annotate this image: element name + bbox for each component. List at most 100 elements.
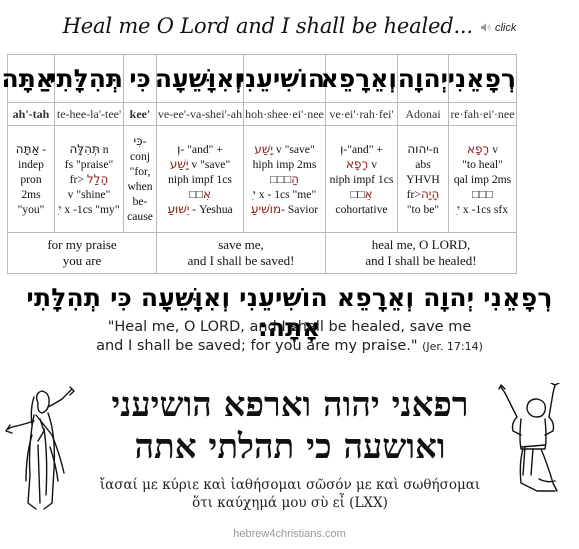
gloss-text: 2ms <box>21 187 41 201</box>
page-title: Heal me O Lord and I shall be healed... <box>62 14 473 38</box>
gloss-text: cohortative <box>335 202 388 216</box>
english-line-2: and I shall be saved; for you are my pra… <box>0 337 579 356</box>
hebrew-word-row: אַתָּה תְּהִלָּתִי כִּי וְאִוָּשֵׁעָה הו… <box>2 54 517 103</box>
grammar-gloss: וְ-"and" + רָפָא v niph impf 1cs □□אֵ cohort… <box>325 125 398 233</box>
word-gloss-table: אַתָּה תְּהִלָּתִי כִּי וְאִוָּשֵׁעָה הו… <box>2 54 517 274</box>
gloss-line: fr> הָלַל <box>55 172 123 187</box>
gloss-text: v <box>489 142 498 156</box>
gloss-line: "for, <box>124 164 156 179</box>
grammar-gloss: תְּהִלָּה n fs "praise" fr> הָלַל v "shine"… <box>54 125 124 233</box>
gloss-line: ִי x -1cs sfx <box>449 202 516 217</box>
translation-phrase: save me, and I shall be saved! <box>156 232 326 274</box>
gloss-text: □□ <box>188 187 203 201</box>
gloss-text: - <box>39 142 47 156</box>
gloss-text: abs <box>415 157 431 171</box>
hebrew-word: כִּי <box>123 54 157 103</box>
gloss-text: "to heal" <box>462 157 503 171</box>
gloss-hebrew-root: רָפָא <box>467 141 490 156</box>
gloss-text: fr> <box>406 187 421 201</box>
transliteration: ve-ee'-va-shei'-ah <box>156 102 244 126</box>
gloss-hebrew-root: הָלַל <box>86 171 109 186</box>
gloss-text: when <box>127 180 153 193</box>
grammar-gloss: כִּי- conj "for, when be-cause <box>123 125 157 233</box>
gloss-text: qal imp 2ms <box>453 172 512 186</box>
gloss-text: niph impf 1cs <box>168 172 232 186</box>
gloss-line: abs <box>398 157 448 172</box>
gloss-text: -n <box>428 142 439 156</box>
gloss-text: - Savior <box>281 202 319 216</box>
site-watermark: hebrew4christians.com <box>233 528 346 540</box>
gloss-text: niph impf 1cs <box>329 172 394 186</box>
english-translation: "Heal me, O LORD, and I shall be healed,… <box>0 318 579 356</box>
gloss-line: רָפָא v <box>326 157 397 172</box>
title-row: Heal me O Lord and I shall be healed... … <box>0 14 579 38</box>
speaker-icon <box>480 23 491 32</box>
gloss-text: fr> <box>69 172 87 186</box>
gloss-text: fs "praise" <box>64 157 114 171</box>
gloss-text: v "save" <box>188 157 231 171</box>
gloss-text: hiph imp 2ms <box>252 157 317 171</box>
gloss-line: pron <box>8 172 54 187</box>
gloss-hebrew-root: אִ <box>202 186 212 201</box>
gloss-line: fr>הָיָה <box>398 187 448 202</box>
transliteration: ve·ei'·rah·fei' <box>325 102 398 126</box>
gloss-line: רָפָא v <box>449 142 516 157</box>
gloss-line: □□אִ <box>157 187 243 202</box>
gloss-hebrew-root: אֵ <box>364 186 373 201</box>
gloss-line: □□□הַ <box>244 172 325 187</box>
audio-play-button[interactable]: click <box>480 22 517 34</box>
gloss-hebrew-root: מוֹשִׁיעַ <box>250 201 282 216</box>
gloss-line: qal imp 2ms <box>449 172 516 187</box>
greek-source: (LXX) <box>349 495 388 511</box>
gloss-hebrew: תְּהִלָּה <box>69 141 100 156</box>
gloss-line: fs "praise" <box>55 157 123 172</box>
hebrew-word: רְפָאֵנִי <box>448 54 517 103</box>
translation-line: heal me, O LORD, <box>371 237 471 252</box>
gloss-text: - <box>142 135 147 148</box>
transliteration: kee' <box>123 102 157 126</box>
audio-click-label: click <box>494 22 517 34</box>
english-line: and I shall be saved; for you are my pra… <box>96 338 418 354</box>
greek-line: ἴασαί με κύριε καὶ ἰαθήσομαι σῶσόν με κα… <box>99 477 481 493</box>
grammar-gloss: רָפָא v "to heal" qal imp 2ms □□□ִי x -1cs … <box>448 125 517 233</box>
gloss-text: - Yeshua <box>189 202 233 216</box>
gloss-text: "you" <box>17 202 45 216</box>
gloss-text: conj <box>130 150 150 163</box>
gloss-text: v <box>368 157 377 171</box>
gloss-text: cause <box>127 210 153 223</box>
gloss-text: ִי x - 1cs "me" <box>252 187 317 201</box>
gloss-line: וְ-"and" + <box>326 142 397 157</box>
gloss-line: אַתָּה - <box>8 142 54 157</box>
gloss-hebrew-root: יֵשׁוּעַ <box>167 201 190 216</box>
gloss-line: "to heal" <box>449 157 516 172</box>
hebrew-display-line: רפאני יהוה וארפא הושיעני <box>111 385 469 425</box>
gloss-line: יהוה-n <box>398 142 448 157</box>
gloss-line: v "shine" <box>55 187 123 202</box>
translation-line: save me, <box>218 237 264 252</box>
translation-phrase: for my praise you are <box>7 232 157 274</box>
gloss-line: 2ms <box>8 187 54 202</box>
hebrew-word: יְהוָה <box>397 54 449 103</box>
gloss-line: indep <box>8 157 54 172</box>
gloss-hebrew-root: הַ <box>291 171 299 186</box>
gloss-text: □□□ <box>270 172 292 186</box>
gloss-line: niph impf 1cs <box>326 172 397 187</box>
grammar-gloss-row: אַתָּה - indep pron 2ms "you" תְּהִלָּה n fs… <box>7 125 517 233</box>
gloss-text: - "and" + <box>180 142 223 156</box>
gloss-line: □□□ <box>449 187 516 202</box>
grammar-gloss: יָשַׁע v "save" hiph imp 2ms □□□הִַי x - 1… <box>243 125 326 233</box>
hebrew-word: תְּהִלָּתִי <box>49 54 124 103</box>
gloss-hebrew: כִּי <box>133 134 143 148</box>
hebrew-word: וְאִוָּשֵׁעָה <box>155 54 244 103</box>
gloss-text: v "shine" <box>67 187 111 201</box>
grammar-gloss: וְ- "and" + יָשַׁע v "save" niph impf 1cs □… <box>156 125 244 233</box>
gloss-text: indep <box>18 157 44 171</box>
gloss-hebrew: יהוה <box>407 141 429 156</box>
gloss-text: YHVH <box>406 172 440 186</box>
gloss-hebrew-root: יָשַׁע <box>254 141 274 156</box>
gloss-line: be- <box>124 194 156 209</box>
gloss-text: □□ <box>350 187 365 201</box>
scripture-reference: (Jer. 17:14) <box>422 340 483 353</box>
gloss-text: □□□ <box>471 187 493 201</box>
hebrew-word: הוֹשִׁיעֵנִי <box>238 54 326 103</box>
